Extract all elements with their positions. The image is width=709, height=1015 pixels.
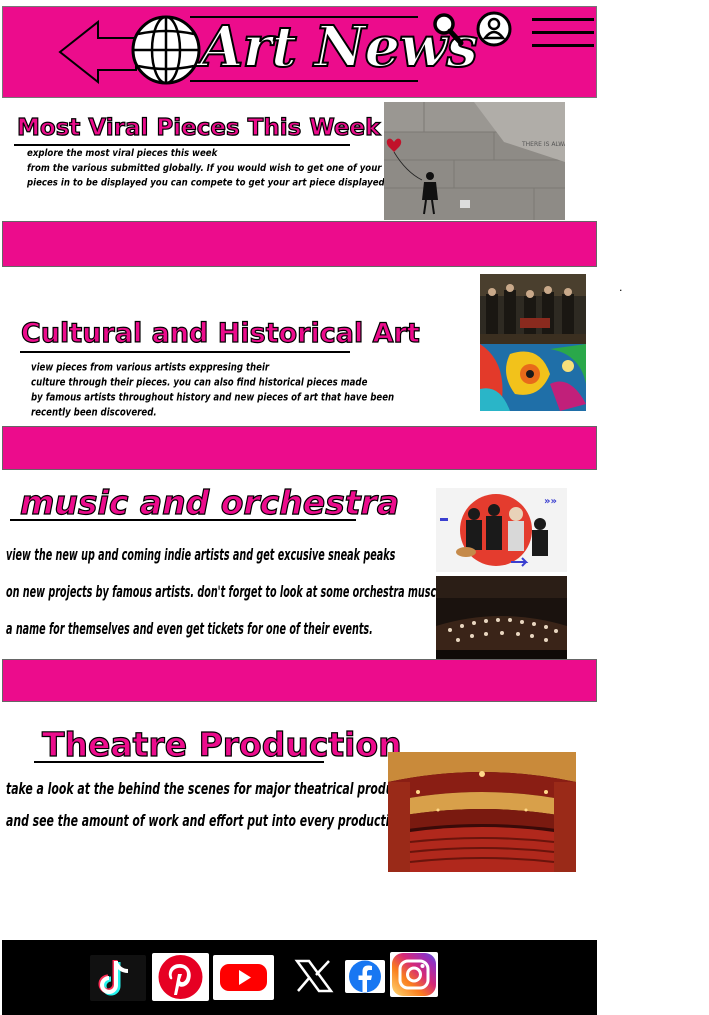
svg-text:THERE IS ALWAYS HOPE: THERE IS ALWAYS HOPE xyxy=(521,141,565,148)
section-divider-bar xyxy=(2,426,597,470)
section-text-music: view the new up and coming indie artists… xyxy=(6,536,502,647)
historical-painting-image[interactable] xyxy=(480,274,586,344)
section-title-underline xyxy=(34,761,324,763)
text-line: a name for themselves and even get ticke… xyxy=(6,619,373,638)
theatre-interior-image[interactable] xyxy=(388,752,576,872)
tiktok-icon[interactable] xyxy=(90,955,146,1001)
section-title-cultural: Cultural and Historical Art xyxy=(20,317,420,349)
text-line: by famous artists throughout history and… xyxy=(31,391,395,404)
section-divider-bar xyxy=(2,659,597,702)
section-title-music: music and orchestra xyxy=(19,482,400,522)
section-text-cultural: view pieces from various artists exppres… xyxy=(31,360,394,420)
viral-artwork-image[interactable]: THERE IS ALWAYS HOPE xyxy=(384,102,565,220)
indie-artists-image[interactable]: »» xyxy=(436,488,567,572)
text-line: explore the most viral pieces this week xyxy=(27,146,218,159)
text-line: from the various submitted globally. If … xyxy=(27,161,382,174)
pinterest-icon[interactable] xyxy=(152,953,209,1001)
user-circle-icon[interactable] xyxy=(475,10,513,48)
x-icon[interactable] xyxy=(285,955,341,997)
facebook-icon[interactable] xyxy=(345,960,385,993)
section-divider-bar xyxy=(2,221,597,267)
logo-arrow-icon xyxy=(58,19,137,84)
text-line: culture through their pieces. you can al… xyxy=(31,375,368,389)
text-line: take a look at the behind the scenes for… xyxy=(6,779,431,798)
instagram-icon[interactable] xyxy=(390,952,438,997)
stray-mark: . xyxy=(619,281,623,294)
text-line: recently been discovered. xyxy=(31,406,157,419)
text-line: and see the amount of work and effort pu… xyxy=(6,811,409,830)
section-title-underline xyxy=(20,351,350,353)
logo-bottom-rule xyxy=(190,80,418,82)
section-text-theatre: take a look at the behind the scenes for… xyxy=(6,773,431,837)
text-line: on new projects by famous artists. don't… xyxy=(6,582,502,601)
orchestra-image[interactable] xyxy=(436,576,567,660)
section-title-viral: Most Viral Pieces This Week xyxy=(16,114,381,141)
hamburger-menu-icon[interactable] xyxy=(532,16,594,50)
text-line: view the new up and coming indie artists… xyxy=(6,545,396,564)
section-title-underline xyxy=(10,519,356,521)
cultural-mural-image[interactable] xyxy=(480,344,586,411)
text-line: pieces in to be displayed you can compet… xyxy=(27,176,388,189)
youtube-icon[interactable] xyxy=(213,955,274,1000)
globe-icon xyxy=(131,15,201,85)
text-line: view pieces from various artists exppres… xyxy=(31,360,270,374)
section-title-theatre: Theatre Production xyxy=(41,724,402,764)
search-icon[interactable] xyxy=(432,12,464,46)
svg-text:»»: »» xyxy=(544,496,557,507)
section-text-viral: explore the most viral pieces this week … xyxy=(27,146,388,190)
